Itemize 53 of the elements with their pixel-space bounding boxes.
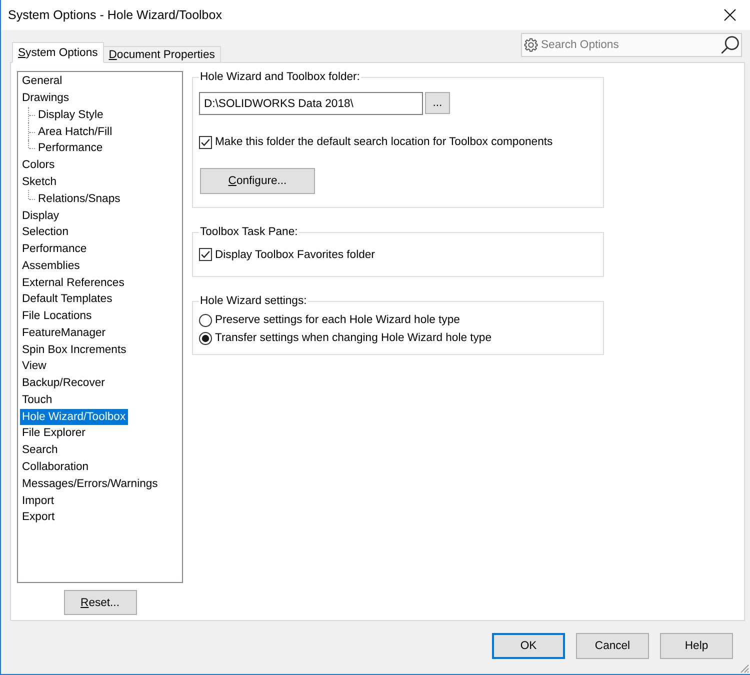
checkbox[interactable] xyxy=(199,248,212,261)
tree-item[interactable]: Drawings xyxy=(20,90,72,106)
tree-item[interactable]: Hole Wizard/Toolbox xyxy=(20,408,128,425)
tree-item[interactable]: General xyxy=(20,73,64,90)
browse-button[interactable]: ... xyxy=(425,92,450,114)
tree-item[interactable]: File Explorer xyxy=(20,425,88,442)
tree-item[interactable]: Messages/Errors/Warnings xyxy=(20,476,160,492)
dialog-button[interactable]: Help xyxy=(660,633,733,659)
search-icon[interactable] xyxy=(721,36,739,54)
checkbox-label: Make this folder the default search location for Toolbox components xyxy=(215,136,553,148)
close-icon[interactable] xyxy=(724,9,736,21)
group-title: Hole Wizard and Toolbox folder: xyxy=(199,70,361,85)
tree-item[interactable]: Performance xyxy=(36,140,105,156)
tree-item[interactable]: Relations/Snaps xyxy=(36,190,122,207)
tree-item[interactable]: Backup/Recover xyxy=(20,375,107,392)
folder-path-field[interactable]: D:\SOLIDWORKS Data 2018\ xyxy=(199,92,423,115)
tree-item[interactable]: Default Templates xyxy=(20,291,114,308)
tree-item[interactable]: Export xyxy=(20,509,57,526)
checkbox-label: Display Toolbox Favorites folder xyxy=(215,248,375,260)
tree-item[interactable]: Spin Box Increments xyxy=(20,342,128,358)
group-title: Toolbox Task Pane: xyxy=(199,225,299,240)
tree-item[interactable]: View xyxy=(20,358,48,374)
radio-button[interactable] xyxy=(199,314,212,326)
tree-item[interactable]: FeatureManager xyxy=(20,324,108,341)
tree-item[interactable]: External References xyxy=(20,274,126,291)
tree-item[interactable]: Search xyxy=(20,442,60,458)
tree-item[interactable]: Assemblies xyxy=(20,258,82,274)
configure-button[interactable]: Configure... xyxy=(200,168,315,194)
tree-item[interactable]: Area Hatch/Fill xyxy=(36,124,114,140)
tree-item[interactable]: Sketch xyxy=(20,174,59,190)
tree-item[interactable]: Selection xyxy=(20,224,70,240)
resize-grip-icon[interactable] xyxy=(740,664,749,673)
radio-label: Preserve settings for each Hole Wizard hole type xyxy=(215,314,460,326)
window-title: System Options - Hole Wizard/Toolbox xyxy=(8,8,222,22)
tree-item[interactable]: Display Style xyxy=(36,106,106,123)
tree-item[interactable]: File Locations xyxy=(20,308,94,324)
tree-item[interactable]: Display xyxy=(20,208,62,224)
dialog-button[interactable]: Cancel xyxy=(576,633,649,659)
tab[interactable]: System Options xyxy=(12,42,104,63)
radio-button[interactable] xyxy=(199,332,212,344)
reset-button[interactable]: Reset... xyxy=(64,590,136,615)
tree-item[interactable]: Import xyxy=(20,492,56,509)
radio-label: Transfer settings when changing Hole Wizard hole type xyxy=(215,332,492,344)
checkbox[interactable] xyxy=(199,136,212,148)
search-field[interactable]: Search Options xyxy=(521,33,742,57)
tab[interactable]: Document Properties xyxy=(102,46,221,62)
tree-item[interactable]: Performance xyxy=(20,241,89,258)
group-title: Hole Wizard settings: xyxy=(199,294,308,308)
gear-icon xyxy=(524,38,538,52)
tree-item[interactable]: Touch xyxy=(20,392,54,408)
dialog-button[interactable]: OK xyxy=(492,633,565,659)
tree-item[interactable]: Collaboration xyxy=(20,458,91,475)
tree-item[interactable]: Colors xyxy=(20,157,57,174)
